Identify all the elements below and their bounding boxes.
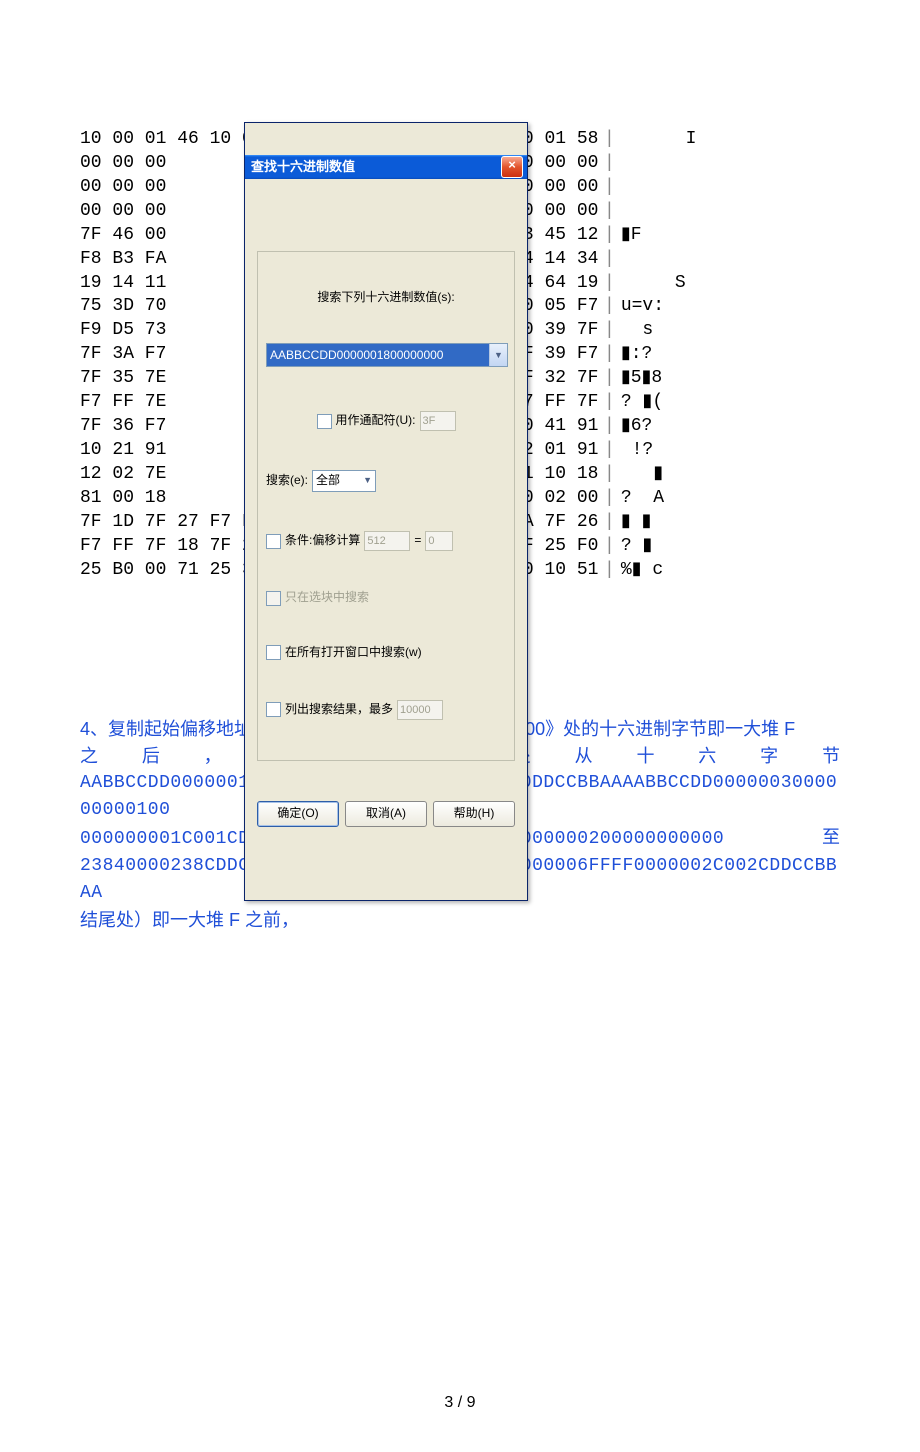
hex-ascii: I xyxy=(621,128,840,152)
hex-separator: | xyxy=(598,128,621,152)
hex-separator: | xyxy=(598,487,621,511)
hex-separator: | xyxy=(598,176,621,200)
hex-separator: | xyxy=(598,295,621,319)
wildcard-value[interactable] xyxy=(420,411,456,431)
close-icon[interactable]: × xyxy=(501,156,523,178)
search-scope-row: 搜索(e): 全部 ▼ xyxy=(266,470,506,492)
search-group: 搜索下列十六进制数值(s): ▼ 用作通配符(U): 搜索(e): 全部 xyxy=(257,251,515,761)
dialog-titlebar[interactable]: 查找十六进制数值 × xyxy=(245,155,527,179)
page-footer: 3 / 9 xyxy=(80,1394,840,1412)
wildcard-checkbox[interactable] xyxy=(317,414,332,429)
all-windows-checkbox[interactable] xyxy=(266,645,281,660)
dialog-title: 查找十六进制数值 xyxy=(251,158,355,175)
search-value-combo[interactable]: ▼ xyxy=(266,343,508,367)
hex-ascii: ▮ ▮ xyxy=(621,511,840,535)
all-windows-row: 在所有打开窗口中搜索(w) xyxy=(266,645,506,661)
list-results-max[interactable] xyxy=(397,700,443,720)
hex-ascii xyxy=(621,176,840,200)
dialog-buttons: 确定(O) 取消(A) 帮助(H) xyxy=(257,801,515,827)
hex-separator: | xyxy=(598,559,621,583)
hex-ascii: ? ▮( xyxy=(621,391,840,415)
search-value-input[interactable] xyxy=(267,344,489,366)
hex-ascii: ? A xyxy=(621,487,840,511)
hex-ascii: ▮F xyxy=(621,224,840,248)
condition-label: 条件:偏移计算 xyxy=(285,533,360,549)
hex-separator: | xyxy=(598,391,621,415)
hex-separator: | xyxy=(598,248,621,272)
hex-separator: | xyxy=(598,272,621,296)
hex-separator: | xyxy=(598,511,621,535)
hex-dump: 10 00 01 46 10 00 01 4C 10 00 01 52 10 0… xyxy=(80,80,840,702)
hex-separator: | xyxy=(598,535,621,559)
condition-val[interactable] xyxy=(425,531,453,551)
dialog-body: 搜索下列十六进制数值(s): ▼ 用作通配符(U): 搜索(e): 全部 xyxy=(245,211,527,869)
only-selection-checkbox xyxy=(266,591,281,606)
help-button[interactable]: 帮助(H) xyxy=(433,801,515,827)
all-windows-label: 在所有打开窗口中搜索(w) xyxy=(285,645,422,661)
hex-separator: | xyxy=(598,367,621,391)
hex-ascii xyxy=(621,248,840,272)
hex-separator: | xyxy=(598,463,621,487)
ok-button[interactable]: 确定(O) xyxy=(257,801,339,827)
hex-separator: | xyxy=(598,152,621,176)
list-results-checkbox[interactable] xyxy=(266,702,281,717)
hex-separator: | xyxy=(598,343,621,367)
page: 10 00 01 46 10 00 01 4C 10 00 01 52 10 0… xyxy=(0,0,920,1452)
hex-separator: | xyxy=(598,439,621,463)
hex-ascii: ? ▮ xyxy=(621,535,840,559)
chevron-down-icon[interactable]: ▼ xyxy=(489,344,507,366)
para-tail: 结尾处）即一大堆 F 之前， xyxy=(80,907,840,934)
wildcard-label: 用作通配符(U): xyxy=(336,413,416,429)
hex-ascii: s xyxy=(621,319,840,343)
hex-ascii xyxy=(621,200,840,224)
list-results-label: 列出搜索结果，最多 xyxy=(285,702,393,718)
hex-ascii: ▮ xyxy=(621,463,840,487)
hex-ascii: ▮:? xyxy=(621,343,840,367)
only-selection-label: 只在选块中搜索 xyxy=(285,590,369,606)
condition-checkbox[interactable] xyxy=(266,534,281,549)
hex-separator: | xyxy=(598,319,621,343)
search-label: 搜索下列十六进制数值(s): xyxy=(266,290,506,306)
condition-row: 条件:偏移计算 = xyxy=(266,531,506,551)
search-e-label: 搜索(e): xyxy=(266,473,308,489)
hex-ascii: S xyxy=(621,272,840,296)
hex-ascii: ▮6? xyxy=(621,415,840,439)
hex-ascii: %▮ c xyxy=(621,559,840,583)
hex-ascii: u=v: xyxy=(621,295,840,319)
hex-separator: | xyxy=(598,224,621,248)
find-hex-dialog: 查找十六进制数值 × 搜索下列十六进制数值(s): ▼ 用作通配符(U): xyxy=(244,122,528,901)
cancel-button[interactable]: 取消(A) xyxy=(345,801,427,827)
wildcard-row: 用作通配符(U): xyxy=(266,411,506,431)
condition-mod[interactable] xyxy=(364,531,410,551)
search-scope-select[interactable]: 全部 ▼ xyxy=(312,470,376,492)
list-results-row: 列出搜索结果，最多 xyxy=(266,700,506,720)
hex-separator: | xyxy=(598,415,621,439)
hex-separator: | xyxy=(598,200,621,224)
chevron-down-icon[interactable]: ▼ xyxy=(363,475,372,487)
hex-ascii: !? xyxy=(621,439,840,463)
hex-ascii: ▮5▮8 xyxy=(621,367,840,391)
only-selection-row: 只在选块中搜索 xyxy=(266,590,506,606)
hex-ascii xyxy=(621,152,840,176)
